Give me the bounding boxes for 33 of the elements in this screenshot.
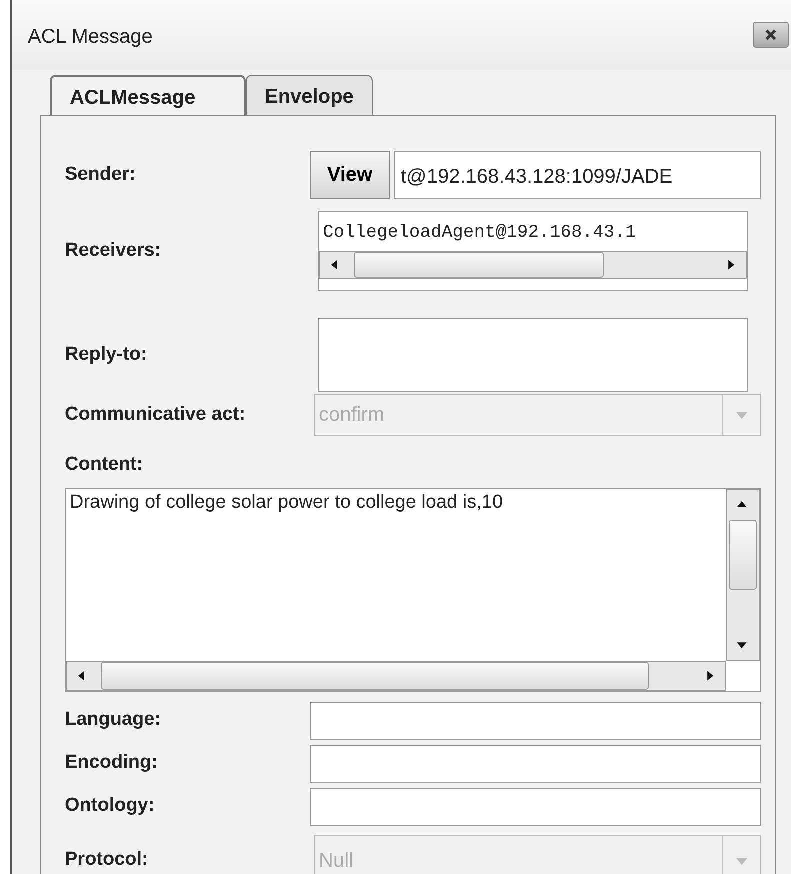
field-label: Receivers: xyxy=(65,238,162,263)
dropdown-value: Null xyxy=(318,848,354,874)
field-label: Sender: xyxy=(65,162,137,187)
tab[interactable]: Envelope xyxy=(246,75,373,115)
list-item[interactable]: CollegeloadAgent@192.168.43.1 xyxy=(319,212,747,251)
view-button[interactable]: View xyxy=(310,151,390,199)
scrollbar-thumb[interactable] xyxy=(101,662,649,690)
field-label: Protocol: xyxy=(65,848,150,872)
window-title: ACL Message xyxy=(28,25,153,50)
field-label: Content: xyxy=(65,454,144,475)
text-field[interactable] xyxy=(310,788,761,826)
field-label: Communicative act: xyxy=(65,402,247,427)
field-label: Language: xyxy=(65,708,162,732)
reply-to-field[interactable] xyxy=(318,318,748,392)
field-label: Reply-to: xyxy=(65,342,148,367)
content-text: Drawing of college solar power to college load is,10 xyxy=(69,490,504,514)
horizontal-scrollbar[interactable] xyxy=(66,660,726,690)
close-icon[interactable] xyxy=(763,28,779,42)
scrollbar-thumb[interactable] xyxy=(354,252,604,278)
text-field[interactable] xyxy=(310,702,761,740)
field-label: Encoding: xyxy=(65,751,159,776)
field-label: Ontology: xyxy=(65,794,156,818)
dropdown-value: confirm xyxy=(318,403,386,428)
vertical-scrollbar[interactable] xyxy=(726,488,760,660)
up-arrow-icon[interactable] xyxy=(736,498,748,510)
sender-field[interactable]: t@192.168.43.128:1099/JADE xyxy=(394,151,761,199)
horizontal-scrollbar[interactable] xyxy=(319,251,747,279)
content-area[interactable]: Drawing of college solar power to college load is,10 xyxy=(65,488,761,692)
scrollbar-thumb[interactable] xyxy=(729,520,757,590)
text-field[interactable] xyxy=(310,744,761,782)
tab[interactable]: ACLMessage xyxy=(50,75,246,115)
close-button[interactable] xyxy=(753,22,789,48)
receivers-list[interactable]: CollegeloadAgent@192.168.43.1 xyxy=(318,211,748,291)
